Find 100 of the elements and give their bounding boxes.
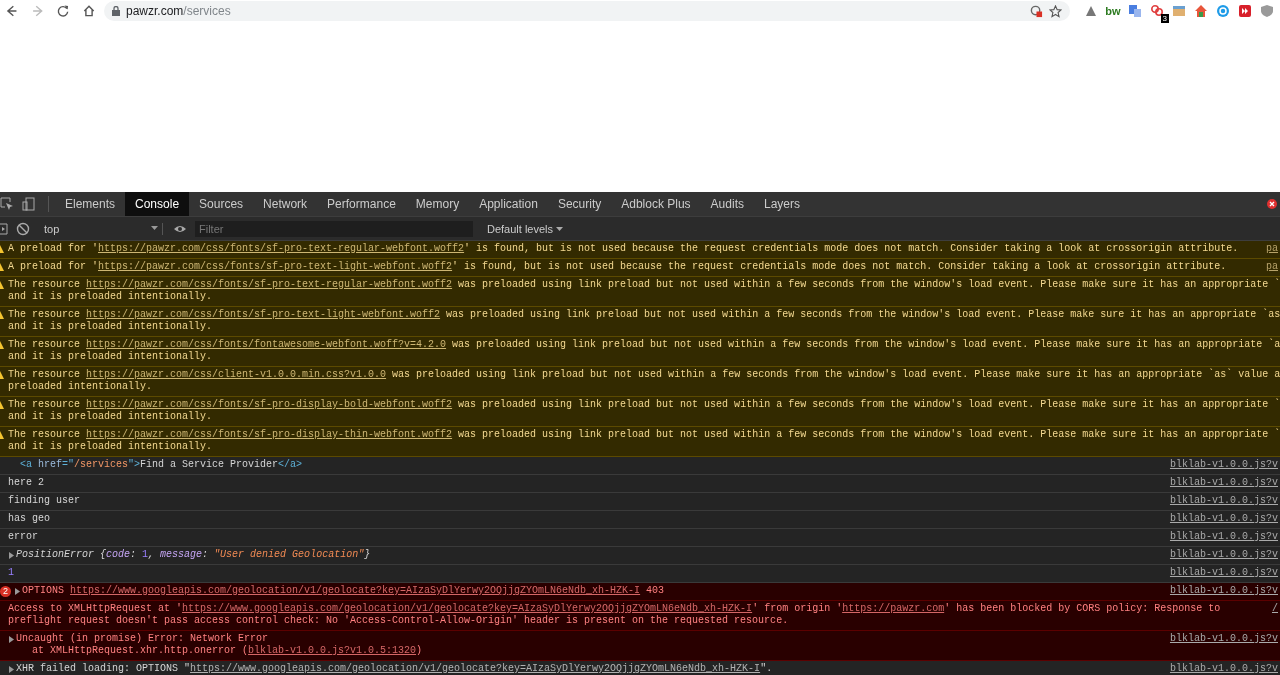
media-icon[interactable] bbox=[1238, 4, 1252, 18]
star-icon[interactable] bbox=[1049, 4, 1062, 18]
url-link[interactable]: https://pawzr.com/css/fonts/sf-pro-display-bold-webfont.woff2 bbox=[86, 399, 453, 411]
levels-dropdown[interactable]: Default levels bbox=[481, 221, 570, 236]
message-text: The resource bbox=[8, 279, 81, 291]
source-link[interactable]: blklab-v1.0.0.js?v bbox=[1169, 531, 1278, 543]
message-text: A preload for ' bbox=[8, 243, 98, 255]
message-text: finding user bbox=[8, 495, 80, 507]
back-icon[interactable] bbox=[4, 4, 18, 18]
devtools-tab[interactable]: Application bbox=[469, 192, 548, 216]
inspect-icon[interactable] bbox=[0, 197, 14, 211]
expand-triangle-icon[interactable] bbox=[8, 551, 15, 559]
message-text: Access to XMLHttpRequest at ' bbox=[8, 603, 183, 615]
source-link[interactable]: / bbox=[1272, 603, 1278, 627]
expand-triangle-icon[interactable] bbox=[14, 587, 21, 595]
message-text: The resource bbox=[8, 429, 81, 441]
source-link[interactable]: blklab-v1.0.0.js?v bbox=[1169, 567, 1278, 579]
devtools-tab[interactable]: Adblock Plus bbox=[611, 192, 701, 216]
count-badge: 3 bbox=[1160, 14, 1169, 23]
number-value: 1 bbox=[8, 567, 14, 579]
message-text: was preloaded using link preload but not used within a few seconds from the window's load event. Please make sure it has an appropriate ` bbox=[457, 399, 1280, 411]
lock-icon bbox=[112, 6, 120, 16]
message-text: preloaded intentionally. bbox=[8, 381, 153, 393]
address-bar[interactable]: pawzr.com/services bbox=[104, 1, 1070, 21]
devtools-tab[interactable]: Network bbox=[253, 192, 318, 216]
url-link[interactable]: https://pawzr.com/css/fonts/sf-pro-text-light-webfont.woff2 bbox=[86, 309, 441, 321]
property-key: code bbox=[106, 549, 131, 561]
message-text: was preloaded using link preload but not used within a few seconds from the window's load event. Please make sure it has an appropriate `a bbox=[451, 339, 1280, 351]
source-link[interactable]: blklab-v1.0.0.js?v bbox=[1169, 633, 1278, 657]
message-text: Find a Service Provider bbox=[140, 459, 279, 471]
warning-icon bbox=[0, 341, 4, 349]
message-text: ". bbox=[760, 663, 773, 675]
url-link[interactable]: https://pawzr.com/css/fonts/sf-pro-text-regular-webfont.woff2 bbox=[86, 279, 453, 291]
source-link[interactable]: blklab-v1.0.0.js?v bbox=[1169, 495, 1278, 507]
url-link[interactable]: https://www.googleapis.com/geolocation/v1/geolocate?key=AIzaSyDlYerwy2OQjjgZYOmLN6eNdb_xh-HZK-I bbox=[190, 663, 761, 675]
message-text: ' is found, but is not used because the request credentials mode does not match. Consider taking a look at crossorigin attribute. bbox=[452, 261, 1227, 273]
devtools-tab[interactable]: Console bbox=[125, 192, 190, 216]
url-link[interactable]: blklab-v1.0.0.js?v1.0.5:1320 bbox=[248, 645, 417, 657]
devtools-tab[interactable]: Elements bbox=[55, 192, 126, 216]
url-link[interactable]: https://pawzr.com/css/fonts/sf-pro-text-light-webfont.woff2 bbox=[98, 261, 453, 273]
devtools-tab[interactable]: Sources bbox=[189, 192, 254, 216]
url-text: pawzr.com/services bbox=[126, 4, 231, 18]
home-icon[interactable] bbox=[82, 4, 96, 18]
sidebar-icon[interactable] bbox=[0, 221, 8, 236]
triangle-icon[interactable] bbox=[1084, 4, 1098, 18]
caret-icon bbox=[556, 224, 564, 233]
devtools-tab[interactable]: Performance bbox=[317, 192, 406, 216]
shield-icon[interactable] bbox=[1260, 4, 1274, 18]
source-link[interactable]: blklab-v1.0.0.js?v bbox=[1169, 663, 1278, 675]
source-link[interactable]: blklab-v1.0.0.js?v bbox=[1169, 549, 1278, 561]
source-link[interactable]: blklab-v1.0.0.js?v bbox=[1169, 477, 1278, 489]
message-text: preflight request doesn't pass access control check: No 'Access-Control-Allow-Origin' header is present on the requested resource. bbox=[8, 615, 789, 627]
url-link[interactable]: https://www.googleapis.com/geolocation/v1/geolocate?key=AIzaSyDlYerwy2OQjjgZYOmLN6eNdb_xh-HZK-I bbox=[182, 603, 753, 615]
sync-icon[interactable] bbox=[1216, 4, 1230, 18]
extension-logo[interactable]: bw bbox=[1106, 4, 1120, 18]
message-text: was preloaded using link preload but not used within a few seconds from the window's load event. Please make sure it has an appropriate ` bbox=[457, 429, 1280, 441]
devtools-tab[interactable]: Audits bbox=[700, 192, 754, 216]
reload-icon[interactable] bbox=[56, 4, 70, 18]
message-text: was preloaded using link preload but not used within a few seconds from the window's load event. Please make sure it has an appropriate ` bbox=[457, 279, 1280, 291]
url-link[interactable]: https://pawzr.com/css/client-v1.0.0.min.css?v1.0.0 bbox=[86, 369, 387, 381]
error-indicator-icon[interactable] bbox=[1267, 199, 1277, 209]
url-link[interactable]: https://pawzr.com/css/fonts/sf-pro-display-thin-webfont.woff2 bbox=[86, 429, 453, 441]
message-text: error bbox=[8, 531, 38, 543]
message-text: OPTIONS bbox=[22, 585, 65, 597]
attribute-value: /services bbox=[74, 459, 129, 471]
chain-icon[interactable] bbox=[1150, 4, 1164, 18]
translate-icon[interactable] bbox=[1128, 4, 1142, 18]
expand-triangle-icon[interactable] bbox=[8, 665, 15, 673]
house-icon[interactable] bbox=[1194, 4, 1208, 18]
attribute-name: href bbox=[38, 459, 63, 471]
warning-icon bbox=[0, 311, 4, 319]
url-link[interactable]: https://pawzr.com/css/fonts/fontawesome-webfont.woff?v=4.2.0 bbox=[86, 339, 447, 351]
source-link[interactable]: blklab-v1.0.0.js?v bbox=[1169, 585, 1278, 597]
url-link[interactable]: https://www.googleapis.com/geolocation/v1/geolocate?key=AIzaSyDlYerwy2OQjjgZYOmLN6eNdb_xh-HZK-I bbox=[70, 585, 641, 597]
devtools-tab[interactable]: Memory bbox=[405, 192, 470, 216]
url-link[interactable]: https://pawzr.com/css/fonts/sf-pro-text-regular-webfont.woff2 bbox=[98, 243, 465, 255]
message-text: and it is preloaded intentionally. bbox=[8, 351, 213, 363]
location-blocked-icon[interactable] bbox=[1030, 4, 1043, 18]
html-tag: "> bbox=[128, 459, 141, 471]
box-icon[interactable] bbox=[1172, 4, 1186, 18]
clear-console-icon[interactable] bbox=[16, 221, 30, 236]
message-text: ' from origin ' bbox=[752, 603, 843, 615]
devtools-tab[interactable]: Security bbox=[547, 192, 612, 216]
url-link[interactable]: https://pawzr.com bbox=[842, 603, 945, 615]
device-icon[interactable] bbox=[22, 197, 36, 211]
source-link[interactable]: blklab-v1.0.0.js?v bbox=[1169, 513, 1278, 525]
warning-icon bbox=[0, 245, 4, 253]
message-text: was preloaded using link preload but not used within a few seconds from the window's load event. Please make sure it has an appropriate `as bbox=[445, 309, 1280, 321]
devtools-tab[interactable]: Layers bbox=[753, 192, 810, 216]
source-link[interactable]: pa bbox=[1266, 243, 1278, 255]
context-select[interactable]: top bbox=[38, 222, 163, 235]
warning-icon bbox=[0, 371, 4, 379]
source-link[interactable]: pa bbox=[1266, 261, 1278, 273]
warning-icon bbox=[0, 281, 4, 289]
filter-field[interactable]: Filter bbox=[195, 220, 473, 237]
object-text: : bbox=[202, 549, 210, 561]
message-text: here 2 bbox=[8, 477, 44, 489]
message-text: The resource bbox=[8, 339, 81, 351]
expand-triangle-icon[interactable] bbox=[8, 635, 15, 643]
source-link[interactable]: blklab-v1.0.0.js?v bbox=[1169, 459, 1278, 471]
